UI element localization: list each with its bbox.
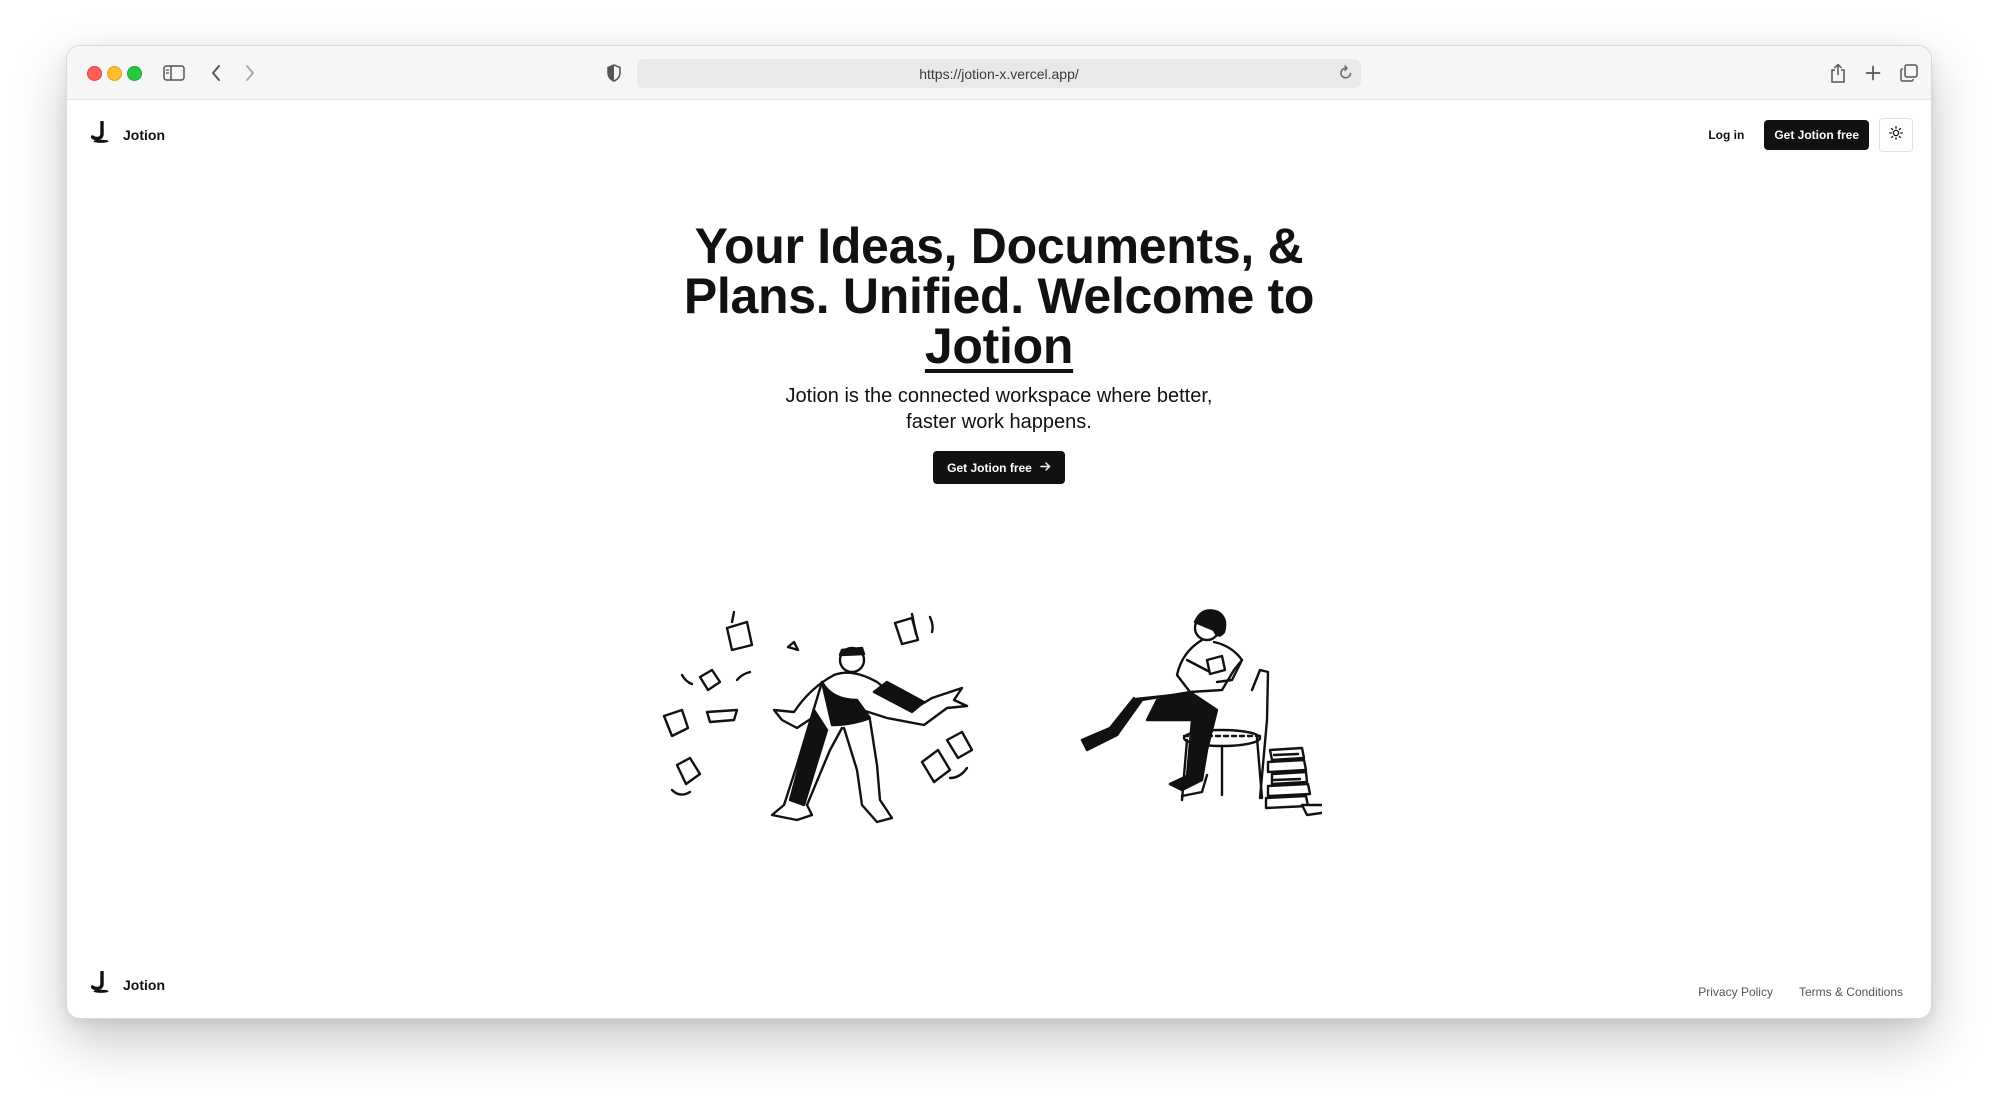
footer-brand-name: Jotion — [123, 976, 165, 993]
tabs-icon[interactable] — [1896, 60, 1922, 86]
page-content: Jotion Log in Get Jotion free Your Ideas… — [67, 100, 1931, 1018]
shield-icon[interactable] — [601, 60, 627, 86]
brand-header[interactable]: Jotion — [90, 120, 165, 148]
sidebar-icon[interactable] — [161, 60, 187, 86]
new-tab-icon[interactable] — [1860, 60, 1886, 86]
back-icon[interactable] — [203, 60, 229, 86]
juggling-person-illustration — [662, 610, 974, 824]
hero-subtitle: Jotion is the connected workspace where … — [785, 385, 1213, 433]
address-bar[interactable]: https://jotion-x.vercel.app/ — [637, 59, 1361, 88]
get-jotion-free-nav-button[interactable]: Get Jotion free — [1764, 120, 1869, 150]
share-icon[interactable] — [1825, 60, 1851, 86]
browser-window: https://jotion-x.vercel.app/ Jotion Log … — [66, 45, 1932, 1019]
get-jotion-free-hero-button[interactable]: Get Jotion free — [933, 451, 1065, 484]
hero-title-brand: Jotion — [924, 318, 1074, 374]
reading-person-illustration — [1080, 609, 1322, 817]
theme-toggle-button[interactable] — [1879, 118, 1913, 152]
privacy-policy-link[interactable]: Privacy Policy — [1698, 985, 1773, 999]
url-text: https://jotion-x.vercel.app/ — [919, 65, 1079, 82]
footer-links: Privacy Policy Terms & Conditions — [1698, 985, 1903, 999]
hero-title-text: Your Ideas, Documents, & Plans. Unified.… — [683, 218, 1315, 324]
minimize-window-button[interactable] — [107, 66, 122, 81]
jotion-logo — [90, 120, 111, 148]
arrow-right-icon — [1040, 461, 1051, 475]
hero-illustration — [662, 609, 1322, 824]
hero-cta-label: Get Jotion free — [947, 460, 1032, 475]
maximize-window-button[interactable] — [127, 66, 142, 81]
footer-brand[interactable]: Jotion — [90, 970, 165, 998]
close-window-button[interactable] — [87, 66, 102, 81]
hero-title: Your Ideas, Documents, & Plans. Unified.… — [669, 221, 1329, 371]
terms-conditions-link[interactable]: Terms & Conditions — [1799, 985, 1903, 999]
brand-name: Jotion — [123, 126, 165, 143]
nav-actions: Log in Get Jotion free — [1698, 118, 1913, 152]
sun-icon — [1889, 125, 1903, 145]
reload-icon[interactable] — [1339, 65, 1353, 84]
browser-toolbar: https://jotion-x.vercel.app/ — [67, 46, 1931, 100]
jotion-footer-logo — [90, 970, 111, 998]
hero-section: Your Ideas, Documents, & Plans. Unified.… — [67, 221, 1931, 484]
login-button[interactable]: Log in — [1698, 120, 1754, 150]
forward-icon[interactable] — [237, 60, 263, 86]
